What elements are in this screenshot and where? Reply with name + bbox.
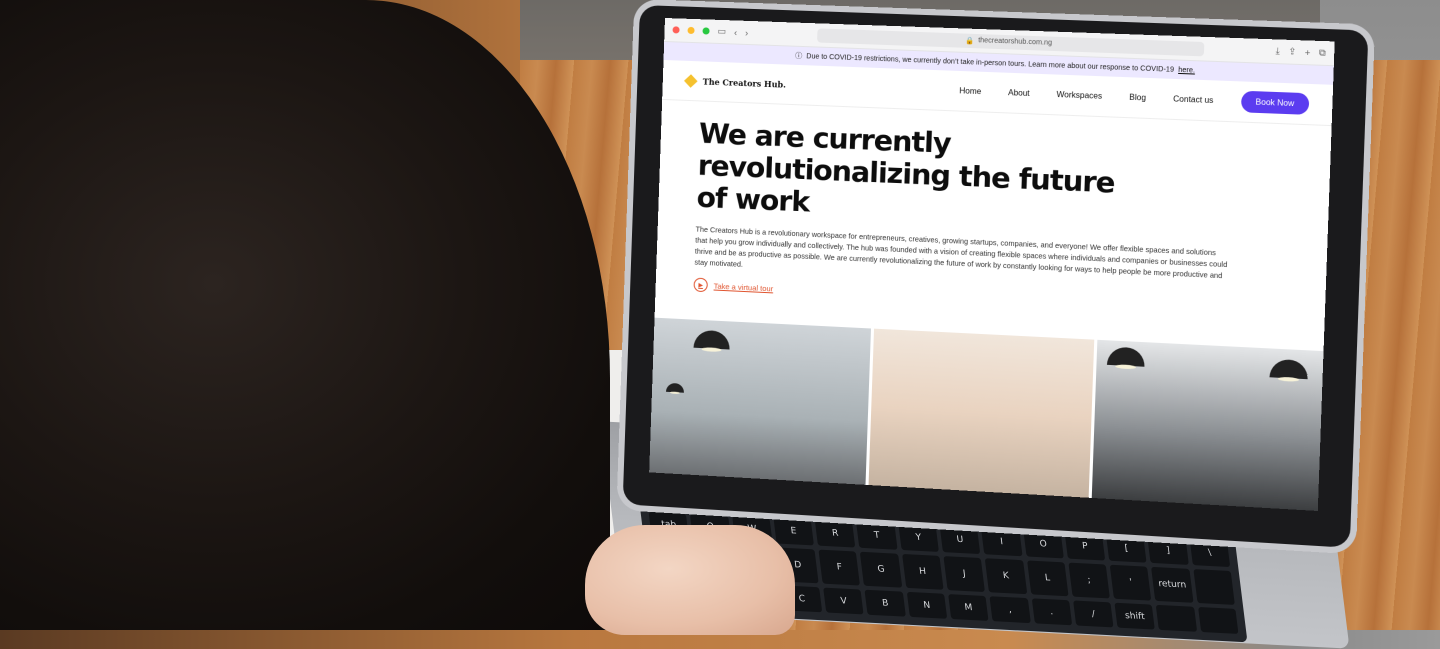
nav-about[interactable]: About: [1008, 88, 1030, 98]
keyboard-key: T: [857, 523, 898, 550]
tabs-overview-icon[interactable]: ⧉: [1319, 47, 1326, 59]
keyboard-key: ]: [1148, 538, 1189, 565]
keyboard-key: E: [773, 519, 814, 546]
pendant-lamp: [666, 383, 684, 393]
keyboard-key: return: [1151, 567, 1193, 604]
maximize-window-dot[interactable]: [702, 27, 709, 34]
keyboard-key: H: [902, 554, 944, 591]
keyboard-key: /: [1073, 601, 1114, 628]
close-window-dot[interactable]: [672, 26, 679, 33]
keyboard-key: F: [819, 549, 861, 586]
logo-text: The Creators Hub.: [703, 76, 787, 89]
back-icon[interactable]: ‹: [734, 27, 737, 37]
keyboard-key: M: [948, 594, 989, 621]
keyboard-key: shift: [1115, 603, 1156, 630]
pendant-lamp: [1270, 359, 1309, 379]
keyboard-key: N: [907, 592, 948, 619]
nav-blog[interactable]: Blog: [1129, 93, 1146, 103]
laptop-screen: ▭ ‹ › 🔒 thecreatorshub.com.ng ⤓ ⇪ + ⧉ ⓘ …: [649, 18, 1335, 511]
nav-links: Home About Workspaces Blog Contact us Bo…: [959, 80, 1309, 115]
workspace-photo-2: [868, 329, 1094, 498]
play-icon: ▶: [693, 278, 707, 293]
nav-workspaces[interactable]: Workspaces: [1056, 90, 1102, 101]
workspace-photo-3: [1092, 340, 1323, 511]
keyboard-key: L: [1027, 560, 1069, 597]
banner-link[interactable]: here.: [1178, 66, 1195, 74]
keyboard-key: [1156, 605, 1197, 632]
keyboard-key: P: [1065, 534, 1106, 561]
keyboard-key: [: [1106, 536, 1147, 563]
keyboard-key: R: [815, 521, 856, 548]
sidebar-icon[interactable]: ▭: [717, 26, 726, 37]
workspace-photo-1: [649, 318, 870, 485]
keyboard-key: U: [940, 527, 981, 554]
nav-home[interactable]: Home: [959, 86, 981, 96]
logo[interactable]: The Creators Hub.: [685, 74, 787, 90]
url-text: thecreatorshub.com.ng: [978, 37, 1052, 47]
new-tab-icon[interactable]: +: [1305, 47, 1311, 58]
keyboard-key: .: [1031, 599, 1072, 626]
tour-text: Take a virtual tour: [714, 281, 774, 293]
keyboard-key: J: [943, 556, 985, 593]
keyboard-key: B: [865, 590, 906, 617]
keyboard-key: O: [1023, 532, 1064, 559]
person-hair: [0, 0, 610, 630]
pendant-lamp: [1107, 346, 1145, 366]
info-icon: ⓘ: [795, 51, 802, 61]
download-icon[interactable]: ⤓: [1275, 46, 1280, 57]
keyboard-key: Y: [898, 525, 939, 552]
keyboard-key: I: [981, 529, 1022, 556]
lock-icon: 🔒: [965, 36, 974, 44]
book-now-button[interactable]: Book Now: [1240, 91, 1309, 115]
keyboard-key: ': [1110, 565, 1152, 602]
hero-section: We are currently revolutionalizing the f…: [656, 100, 1332, 322]
forward-icon[interactable]: ›: [745, 27, 748, 37]
keyboard-key: [1193, 569, 1235, 606]
person-hand: [585, 525, 795, 635]
pendant-lamp: [693, 330, 730, 350]
share-icon[interactable]: ⇪: [1288, 46, 1296, 58]
keyboard-key: V: [823, 588, 864, 615]
keyboard-key: ,: [990, 597, 1031, 624]
photo-scene: escF1F2F3F4F5F6F7F8F9F10F11F12⏻~12345678…: [0, 0, 1440, 630]
keyboard-key: G: [860, 552, 902, 589]
keyboard-key: K: [985, 558, 1027, 595]
minimize-window-dot[interactable]: [687, 27, 694, 34]
cube-logo-icon: [684, 74, 698, 88]
nav-contact[interactable]: Contact us: [1173, 94, 1214, 105]
hero-title: We are currently revolutionalizing the f…: [696, 117, 1149, 233]
keyboard-key: ;: [1068, 562, 1110, 599]
keyboard-key: \: [1190, 540, 1231, 567]
